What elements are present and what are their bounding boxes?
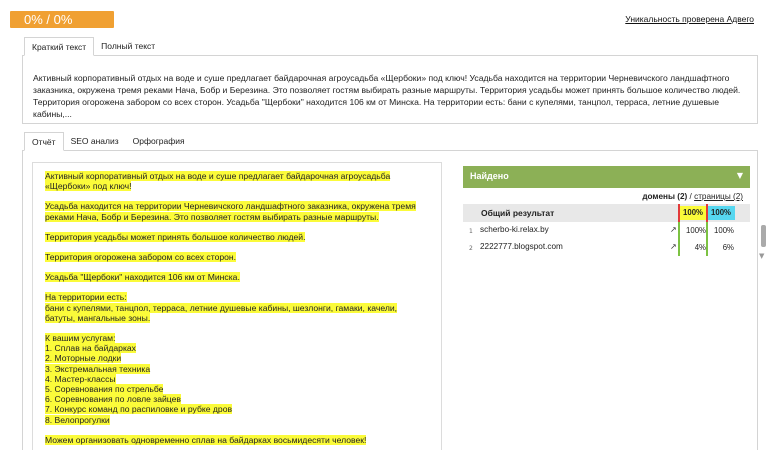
highlighted-phrase: Территория огорожена забором со всех сто… [45, 252, 237, 263]
results-summary: домены (2) / страницы (2) [642, 192, 743, 201]
highlighted-phrase: 8. Велопрогулки [45, 414, 110, 425]
report-panel: Активный корпоративный отдых на воде и с… [22, 150, 766, 450]
chevron-down-icon[interactable]: ▼ [737, 171, 743, 180]
highlighted-phrase: На территории есть: [45, 292, 127, 303]
source-text: Активный корпоративный отдых на воде и с… [33, 73, 741, 119]
domains-count[interactable]: домены (2) [642, 192, 687, 201]
row-col1-value: 4% [694, 243, 706, 252]
highlighted-phrase: 6. Соревнования по ловле зайцев [45, 394, 181, 405]
result-paragraph: К вашим услугам: 1. Сплав на байдарках 2. … [45, 333, 429, 425]
highlighted-phrase: Можем организовать одновременно сплав на… [45, 434, 367, 445]
result-paragraph: Территория усадьбы может принять большое… [45, 231, 429, 242]
overall-result-label: Общий результат [481, 208, 555, 218]
result-paragraph: На территории есть: бани с купелями, танц… [45, 292, 429, 323]
row-col2-value: 6% [722, 243, 734, 252]
col1-right-red-line [706, 204, 708, 222]
highlighted-phrase: 5. Соревнования по стрельбе [45, 384, 164, 395]
highlighted-phrase: Активный корпоративный отдых на воде и с… [45, 171, 391, 192]
results-scrollbar[interactable]: ▼ [759, 222, 768, 264]
tab-short-text[interactable]: Краткий текст [24, 37, 95, 56]
tab-full-text[interactable]: Полный текст [94, 37, 162, 56]
result-paragraph: Активный корпоративный отдых на воде и с… [45, 171, 429, 192]
row-index: 1 [469, 228, 473, 235]
tab-seo-analysis[interactable]: SEO анализ [64, 132, 126, 151]
highlighted-phrase: Территория усадьбы может принять большое… [45, 231, 306, 242]
col1-left-green-line [678, 222, 680, 256]
row-col1-value: 100% [686, 226, 706, 235]
result-paragraph: Территория огорожена забором со всех сто… [45, 252, 429, 263]
row-domain[interactable]: 2222777.blogspot.com [480, 242, 563, 251]
overall-col1-value: 100% [679, 206, 707, 220]
found-title: Найдено [470, 171, 509, 181]
highlighted-phrase: бани с купелями, танцпол, терраса, летни… [45, 302, 398, 323]
text-view-tabs: Краткий текст Полный текст [24, 37, 162, 56]
advego-check-link[interactable]: Уникальность проверена Адвего [625, 14, 754, 24]
pages-count-link[interactable]: страницы (2) [694, 192, 743, 201]
row-col2-value: 100% [714, 226, 734, 235]
external-link-icon[interactable]: ↗ [670, 242, 677, 251]
col1-right-green-line [706, 222, 708, 256]
overall-col2-value: 100% [707, 206, 735, 220]
scroll-down-arrow-icon[interactable]: ▼ [759, 252, 764, 260]
result-paragraph: Усадьба "Щербоки" находится 106 км от Ми… [45, 272, 429, 283]
uniqueness-score-bar: 0% / 0% [10, 11, 114, 28]
row-index: 2 [469, 245, 473, 252]
result-paragraph: Усадьба находится на территории Черневич… [45, 201, 429, 222]
source-text-panel: Активный корпоративный отдых на воде и с… [22, 55, 758, 124]
col1-left-red-line [678, 204, 680, 222]
highlighted-phrase: 4. Мастер-классы [45, 373, 116, 384]
highlighted-phrase: 2. Моторные лодки [45, 353, 122, 364]
row-domain[interactable]: scherbo-ki.relax.by [480, 225, 549, 234]
scrollbar-thumb[interactable] [761, 225, 766, 247]
result-paragraph: Можем организовать одновременно сплав на… [45, 434, 429, 445]
highlighted-phrase: 3. Экстремальная техника [45, 363, 151, 374]
tab-spelling[interactable]: Орфография [126, 132, 192, 151]
report-tabs: Отчёт SEO анализ Орфография [24, 132, 192, 151]
highlighted-text-box: Активный корпоративный отдых на воде и с… [32, 162, 442, 450]
highlighted-phrase: Усадьба находится на территории Черневич… [45, 201, 416, 222]
results-table: Общий результат 100% 100% 1 scherbo-ki.r… [463, 204, 766, 260]
external-link-icon[interactable]: ↗ [670, 225, 677, 234]
highlighted-phrase: К вашим услугам: [45, 333, 116, 344]
tab-report[interactable]: Отчёт [24, 132, 64, 151]
found-header[interactable]: Найдено ▼ [463, 166, 750, 188]
highlighted-phrase: 7. Конкурс команд по распиловке и рубке … [45, 404, 233, 415]
uniqueness-score: 0% / 0% [24, 12, 73, 27]
highlighted-phrase: Усадьба "Щербоки" находится 106 км от Ми… [45, 272, 240, 283]
highlighted-phrase: 1. Сплав на байдарках [45, 343, 136, 354]
